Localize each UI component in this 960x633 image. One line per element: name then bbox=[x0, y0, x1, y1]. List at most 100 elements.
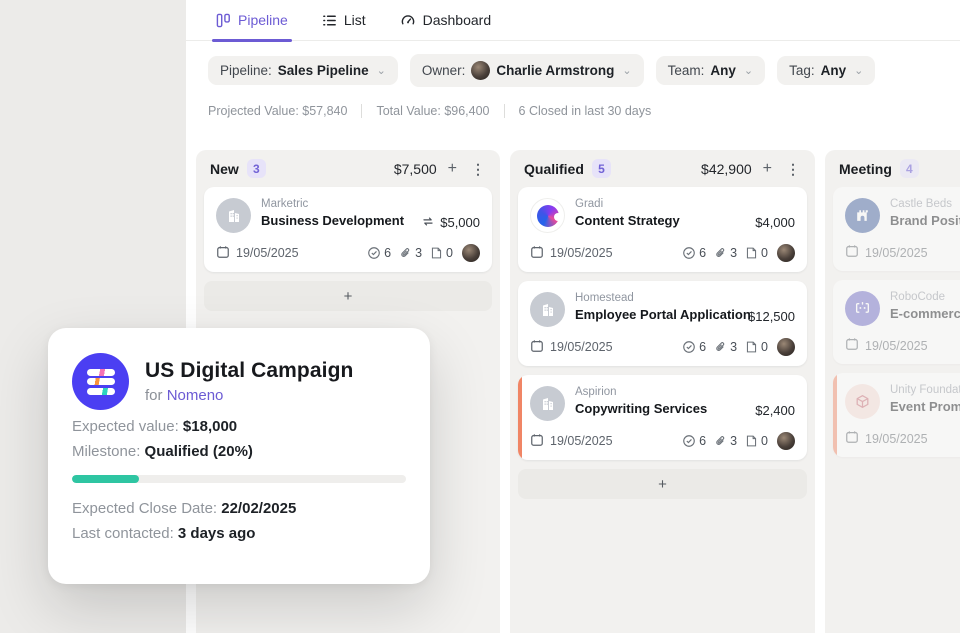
add-card-button[interactable]: + bbox=[518, 469, 807, 499]
list-icon bbox=[322, 13, 337, 28]
deal-card[interactable]: RoboCode E-commerce 19/05/2025 bbox=[833, 280, 960, 364]
expected-value: $18,000 bbox=[183, 418, 237, 435]
expected-value-label: Expected value: bbox=[72, 418, 179, 435]
deal-logo-stacked-bars-icon bbox=[72, 353, 129, 410]
calendar-icon bbox=[530, 433, 544, 450]
column-count-badge: 3 bbox=[247, 159, 266, 178]
column-name: New bbox=[210, 161, 239, 177]
milestone-value: Qualified (20%) bbox=[145, 443, 253, 460]
paperclip-icon bbox=[714, 340, 727, 354]
tasks-count: 6 bbox=[699, 340, 706, 354]
last-contacted: 3 days ago bbox=[178, 525, 256, 542]
company-logo-building-icon bbox=[216, 198, 251, 233]
tab-list[interactable]: List bbox=[322, 0, 366, 41]
card-date: 19/05/2025 bbox=[236, 246, 299, 260]
card-date: 19/05/2025 bbox=[865, 432, 928, 446]
column-menu-button[interactable]: ⋮ bbox=[783, 162, 803, 176]
check-circle-icon bbox=[682, 434, 696, 448]
card-title: Employee Portal Application bbox=[575, 307, 738, 322]
note-icon bbox=[430, 246, 443, 260]
priority-stripe bbox=[833, 373, 837, 457]
closed-stat: 6 Closed in last 30 days bbox=[519, 104, 652, 118]
notes-count: 0 bbox=[761, 340, 768, 354]
dashboard-gauge-icon bbox=[400, 13, 416, 28]
note-icon bbox=[745, 246, 758, 260]
card-date: 19/05/2025 bbox=[550, 246, 613, 260]
calendar-icon bbox=[845, 430, 859, 447]
column-total: $7,500 bbox=[394, 161, 437, 177]
column-qualified-header: Qualified 5 $42,900 + ⋮ bbox=[510, 150, 815, 185]
filter-owner-label: Owner: bbox=[422, 63, 466, 78]
deal-card[interactable]: Unity Foundation Event Promotion 19/05/2… bbox=[833, 373, 960, 457]
paperclip-icon bbox=[399, 246, 412, 260]
note-icon bbox=[745, 434, 758, 448]
deal-title: US Digital Campaign bbox=[145, 359, 353, 383]
attachments-count: 3 bbox=[730, 340, 737, 354]
calendar-icon bbox=[845, 244, 859, 261]
check-circle-icon bbox=[367, 246, 381, 260]
column-count-badge: 5 bbox=[592, 159, 611, 178]
pipeline-stats: Projected Value: $57,840 Total Value: $9… bbox=[186, 104, 960, 118]
tab-pipeline-label: Pipeline bbox=[238, 12, 288, 28]
notes-count: 0 bbox=[446, 246, 453, 260]
add-card-button[interactable]: + bbox=[204, 281, 492, 311]
tasks-count: 6 bbox=[699, 434, 706, 448]
company-logo-gradi-icon bbox=[530, 198, 565, 233]
filter-pipeline[interactable]: Pipeline: Sales Pipeline ⌄ bbox=[208, 56, 398, 85]
check-circle-icon bbox=[682, 340, 696, 354]
filter-team-value: Any bbox=[710, 63, 736, 78]
company-logo-cube-icon bbox=[845, 384, 880, 419]
milestone-progress-track bbox=[72, 475, 406, 483]
attachments-count: 3 bbox=[415, 246, 422, 260]
filter-owner[interactable]: Owner: Charlie Armstrong ⌄ bbox=[410, 54, 644, 87]
deal-for-label: for bbox=[145, 387, 163, 404]
milestone-progress-fill bbox=[72, 475, 139, 483]
active-tab-underline bbox=[212, 39, 292, 42]
tab-pipeline[interactable]: Pipeline bbox=[216, 0, 288, 41]
card-title: Content Strategy bbox=[575, 213, 745, 228]
deal-client-link[interactable]: Nomeno bbox=[167, 387, 224, 404]
deal-card[interactable]: Aspirion Copywriting Services $2,400 19/… bbox=[518, 375, 807, 460]
notes-count: 0 bbox=[761, 246, 768, 260]
chevron-down-icon: ⌄ bbox=[622, 64, 631, 77]
column-name: Qualified bbox=[524, 161, 584, 177]
kanban-icon bbox=[216, 13, 231, 28]
card-value: $12,500 bbox=[748, 309, 795, 324]
card-title: Brand Positioning bbox=[890, 213, 960, 228]
note-icon bbox=[745, 340, 758, 354]
view-tabbar: Pipeline List Dashboard bbox=[186, 0, 960, 41]
column-qualified: Qualified 5 $42,900 + ⋮ Gradi Content St… bbox=[510, 150, 815, 633]
column-meeting-header: Meeting 4 bbox=[825, 150, 960, 185]
column-menu-button[interactable]: ⋮ bbox=[468, 162, 488, 176]
card-date: 19/05/2025 bbox=[550, 434, 613, 448]
deal-card[interactable]: Marketric Business Development $5,000 19… bbox=[204, 187, 492, 272]
add-deal-button[interactable]: + bbox=[760, 161, 775, 177]
card-company: Aspirion bbox=[575, 386, 745, 398]
filter-team-label: Team: bbox=[668, 63, 705, 78]
card-title: Copywriting Services bbox=[575, 401, 745, 416]
total-value-stat: Total Value: $96,400 bbox=[376, 104, 489, 118]
card-company: Unity Foundation bbox=[890, 384, 960, 396]
tasks-count: 6 bbox=[384, 246, 391, 260]
filter-tag[interactable]: Tag: Any ⌄ bbox=[777, 56, 875, 85]
tab-dashboard[interactable]: Dashboard bbox=[400, 0, 492, 41]
card-value: $2,400 bbox=[755, 403, 795, 418]
deal-card[interactable]: Gradi Content Strategy $4,000 19/05/2025… bbox=[518, 187, 807, 272]
column-count-badge: 4 bbox=[900, 159, 919, 178]
assignee-avatar bbox=[777, 338, 795, 356]
card-value: $5,000 bbox=[440, 215, 480, 230]
card-company: RoboCode bbox=[890, 291, 960, 303]
filter-team[interactable]: Team: Any ⌄ bbox=[656, 56, 766, 85]
company-logo-building-icon bbox=[530, 386, 565, 421]
deal-card[interactable]: Homestead Employee Portal Application $1… bbox=[518, 281, 807, 366]
add-deal-button[interactable]: + bbox=[445, 161, 460, 177]
filter-tag-value: Any bbox=[821, 63, 847, 78]
card-title: E-commerce bbox=[890, 306, 960, 321]
attachments-count: 3 bbox=[730, 246, 737, 260]
milestone-label: Milestone: bbox=[72, 443, 140, 460]
assignee-avatar bbox=[777, 432, 795, 450]
deal-card[interactable]: Castle Beds Brand Positioning 19/05/2025 bbox=[833, 187, 960, 271]
column-total: $42,900 bbox=[701, 161, 752, 177]
close-date-label: Expected Close Date: bbox=[72, 500, 217, 517]
calendar-icon bbox=[845, 337, 859, 354]
